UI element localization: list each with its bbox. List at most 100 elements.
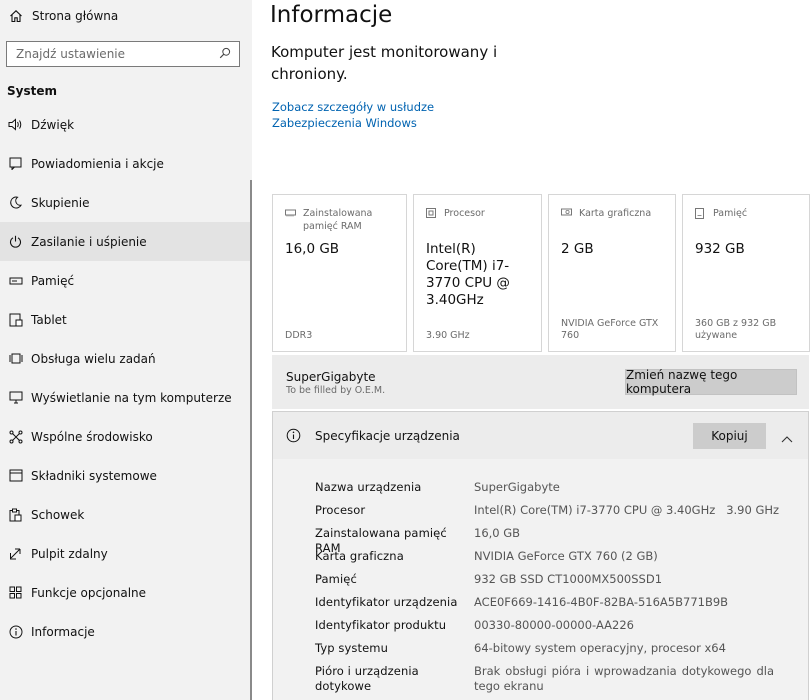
spec-value: Intel(R) Core(TM) i7-3770 CPU @ 3.40GHz … [474,503,780,517]
spec-cards: Zainstalowana pamięć RAM 16,0 GB DDR3 Pr… [272,194,810,352]
spec-value: ACE0F669-1416-4B0F-82BA-516A5B771B9B [474,595,729,609]
card-label: Pamięć [713,208,748,219]
card-processor: Procesor Intel(R) Core(TM) i7-3770 CPU @… [413,194,542,352]
storage-icon [695,207,713,223]
sidebar-item-label: Powiadomienia i akcje [31,156,164,171]
card-footer: 3.90 GHz [426,330,470,341]
search-icon [219,47,231,62]
card-value: Intel(R) Core(TM) i7-3770 CPU @ 3.40GHz [426,241,510,308]
device-specs-header[interactable]: Specyfikacje urządzenia Kopiuj [272,411,809,460]
spec-key: Typ systemu [315,641,388,655]
sidebar-nav: Dźwięk Powiadomienia i akcje Skupienie Z… [0,105,250,651]
card-footer: DDR3 [285,330,313,341]
projecting-icon [0,391,31,404]
sidebar-item-remote-desktop[interactable]: Pulpit zdalny [0,534,250,573]
spec-key: Pamięć [315,572,357,586]
power-icon [0,235,31,248]
shared-experiences-icon [0,430,31,444]
copy-button[interactable]: Kopiuj [693,423,766,449]
tablet-icon [0,313,31,327]
protection-status: Komputer jest monitorowany i chroniony. [271,43,498,83]
page-title: Informacje [270,2,393,28]
sidebar-item-multitasking[interactable]: Obsługa wielu zadań [0,339,250,378]
sidebar-item-label: Zasilanie i uśpienie [31,234,147,249]
sidebar-item-label: Wspólne środowisko [31,429,153,444]
sidebar-item-storage[interactable]: Pamięć [0,261,250,300]
spec-key: Identyfikator produktu [315,618,447,632]
info-icon [286,428,301,447]
card-header: Pamięć [695,207,801,223]
sidebar-item-label: Wyświetlanie na tym komputerze [31,390,232,405]
sidebar-item-label: Funkcje opcjonalne [31,585,147,600]
sidebar-item-label: Informacje [31,624,95,639]
spec-value: 64-bitowy system operacyjny, procesor x6… [474,641,726,655]
device-specs-table: Nazwa urządzenia SuperGigabyte Procesor … [272,459,809,700]
device-specs-title: Specyfikacje urządzenia [315,429,460,443]
sidebar-item-about[interactable]: Informacje [0,612,250,651]
sidebar-item-label: Składniki systemowe [31,468,157,483]
home-icon [0,9,32,23]
remote-desktop-icon [0,547,31,560]
card-label: Zainstalowana pamięć RAM [303,208,373,232]
spec-key: Procesor [315,503,366,517]
card-label: Karta graficzna [579,208,652,219]
sidebar-item-label: Pamięć [31,273,75,288]
home-nav-item[interactable]: Strona główna [0,0,252,32]
card-footer: NVIDIA GeForce GTX 760 [561,318,659,341]
spec-value: 00330-80000-00000-AA226 [474,618,634,632]
storage-icon [0,277,31,285]
moon-icon [0,196,31,209]
sidebar-item-label: Pulpit zdalny [31,546,108,561]
spec-value: 932 GB SSD CT1000MX500SSD1 [474,572,663,586]
sidebar-item-label: Tablet [31,312,67,327]
sidebar-item-clipboard[interactable]: Schowek [0,495,250,534]
card-graphics: Karta graficzna 2 GB NVIDIA GeForce GTX … [548,194,676,352]
sidebar-item-power-sleep[interactable]: Zasilanie i uśpienie [0,222,250,261]
clipboard-icon [0,508,31,522]
sidebar: Strona główna Znajdź ustawienie System D… [0,0,252,700]
sidebar-item-projecting[interactable]: Wyświetlanie na tym komputerze [0,378,250,417]
device-name-panel: SuperGigabyte To be filled by O.E.M. Zmi… [272,355,809,409]
device-oem: To be filled by O.E.M. [286,385,386,396]
section-title: System [7,84,57,98]
search-input[interactable]: Znajdź ustawienie [6,41,240,67]
spec-key: Identyfikator urządzenia [315,595,458,609]
speaker-icon [0,118,31,131]
device-name: SuperGigabyte [286,370,376,384]
sidebar-item-tablet[interactable]: Tablet [0,300,250,339]
sidebar-item-sound[interactable]: Dźwięk [0,105,250,144]
sidebar-item-notifications[interactable]: Powiadomienia i akcje [0,144,250,183]
graphics-card-icon [561,207,579,221]
sidebar-item-system-components[interactable]: Składniki systemowe [0,456,250,495]
sidebar-item-shared-experiences[interactable]: Wspólne środowisko [0,417,250,456]
sidebar-item-label: Dźwięk [31,117,75,132]
spec-value: SuperGigabyte [474,480,560,494]
spec-key: Pióro i urządzenia dotykowe [315,664,419,693]
notification-icon [0,157,31,170]
main-content: Informacje Komputer jest monitorowany i … [252,0,810,700]
sidebar-item-focus[interactable]: Skupienie [0,183,250,222]
card-value: 16,0 GB [285,241,340,257]
card-header: Procesor [426,207,533,222]
spec-key: Nazwa urządzenia [315,480,422,494]
card-footer: 360 GB z 932 GB używane [695,318,777,341]
card-value: 2 GB [561,241,594,257]
card-value: 932 GB [695,241,745,257]
card-header: Zainstalowana pamięć RAM [285,207,398,233]
card-storage: Pamięć 932 GB 360 GB z 932 GB używane [682,194,810,352]
sidebar-item-label: Schowek [31,507,85,522]
ram-icon [285,207,303,221]
security-details-link[interactable]: Zobacz szczegóły w usłudze Zabezpieczeni… [272,99,522,131]
home-label: Strona główna [32,9,119,23]
rename-pc-button[interactable]: Zmień nazwę tego komputera [625,368,797,396]
sidebar-item-label: Obsługa wielu zadań [31,351,156,366]
card-ram: Zainstalowana pamięć RAM 16,0 GB DDR3 [272,194,407,352]
card-header: Karta graficzna [561,207,667,221]
optional-features-icon [0,586,31,599]
chevron-up-icon[interactable] [781,428,793,447]
spec-key: Karta graficzna [315,549,404,563]
system-components-icon [0,469,31,482]
info-icon [0,625,31,639]
sidebar-item-optional-features[interactable]: Funkcje opcjonalne [0,573,250,612]
spec-value: 16,0 GB [474,526,521,540]
